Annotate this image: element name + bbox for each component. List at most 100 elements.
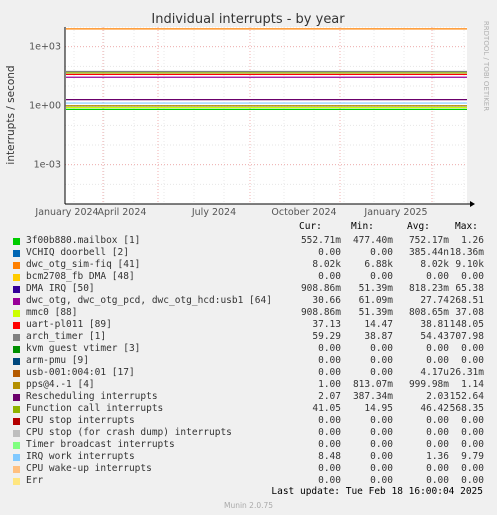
legend-value-max: 0.00 bbox=[461, 355, 484, 366]
legend-value-cur: 0.00 bbox=[318, 355, 341, 366]
legend-series-name: pps@4.-1 [4] bbox=[26, 379, 95, 390]
x-tick-label: October 2024 bbox=[271, 207, 336, 218]
legend-series-name: usb-001:004:01 [17] bbox=[26, 367, 135, 378]
legend-value-max: 9.79 bbox=[461, 451, 484, 462]
legend-value-max: 0.00 bbox=[461, 343, 484, 354]
legend-value-max: 1.14 bbox=[461, 379, 484, 390]
legend-value-cur: 0.00 bbox=[318, 367, 341, 378]
legend-row: 3f00b880.mailbox [1] 552.71m 477.40m 752.17… bbox=[0, 235, 497, 247]
legend-row: mmc0 [88] 908.86m 51.39m 808.65m 37.08 bbox=[0, 307, 497, 319]
legend-value-max: 0.00 bbox=[461, 415, 484, 426]
y-tick-label: 1e+00 bbox=[29, 101, 61, 112]
legend-series-name: IRQ work interrupts bbox=[26, 451, 135, 462]
legend-value-cur: 0.00 bbox=[318, 415, 341, 426]
legend-row: CPU stop (for crash dump) interrupts 0.00… bbox=[0, 427, 497, 439]
legend-header-avg: Avg: bbox=[407, 221, 430, 232]
legend-header-min: Min: bbox=[351, 221, 374, 232]
legend-value-max: 37.08 bbox=[455, 307, 484, 318]
legend-swatch bbox=[13, 250, 20, 257]
legend-value-max: 148.05 bbox=[449, 319, 484, 330]
legend-row: VCHIQ doorbell [2] 0.00 0.00 385.44n 18.36m bbox=[0, 247, 497, 259]
legend-swatch bbox=[13, 298, 20, 305]
legend-swatch bbox=[13, 262, 20, 269]
legend-header-cur: Cur: bbox=[299, 221, 322, 232]
legend-value-min: 0.00 bbox=[370, 475, 393, 486]
legend-swatch bbox=[13, 238, 20, 245]
legend-value-min: 0.00 bbox=[370, 343, 393, 354]
legend-value-max: 268.51 bbox=[449, 295, 484, 306]
legend-row: DMA IRQ [50] 908.86m 51.39m 818.23m 65.38 bbox=[0, 283, 497, 295]
legend-row: pps@4.-1 [4] 1.00 813.07m 999.98m 1.14 bbox=[0, 379, 497, 391]
legend-value-min: 477.40m bbox=[352, 235, 393, 246]
legend-value-cur: 0.00 bbox=[318, 475, 341, 486]
legend-value-max: 65.38 bbox=[455, 283, 484, 294]
legend-header-max: Max: bbox=[455, 221, 478, 232]
legend-value-max: 0.00 bbox=[461, 475, 484, 486]
munin-version: Munin 2.0.75 bbox=[223, 501, 274, 510]
legend-row: CPU wake-up interrupts 0.00 0.00 0.00 0.00 bbox=[0, 463, 497, 475]
legend-swatch bbox=[13, 454, 20, 461]
legend-value-cur: 59.29 bbox=[312, 331, 341, 342]
legend-series-name: bcm2708_fb DMA [48] bbox=[26, 271, 135, 282]
legend-series-name: Function call interrupts bbox=[26, 403, 164, 414]
legend-value-cur: 37.13 bbox=[312, 319, 341, 330]
legend-value-min: 61.09m bbox=[358, 295, 393, 306]
legend-series-name: Rescheduling interrupts bbox=[26, 391, 158, 402]
y-axis-label: interrupts / second bbox=[5, 65, 17, 164]
legend-series-name: 3f00b880.mailbox [1] bbox=[26, 235, 141, 246]
legend-value-min: 51.39m bbox=[358, 283, 393, 294]
legend-value-min: 0.00 bbox=[370, 271, 393, 282]
legend-series-name: arch_timer [1] bbox=[26, 331, 107, 342]
legend-value-max: 152.64 bbox=[449, 391, 484, 402]
legend-swatch bbox=[13, 310, 20, 317]
legend-value-cur: 8.48 bbox=[318, 451, 341, 462]
legend-row: Function call interrupts 41.05 14.95 46.42 5… bbox=[0, 403, 497, 415]
legend-value-min: 0.00 bbox=[370, 427, 393, 438]
legend-value-min: 6.88k bbox=[364, 259, 393, 270]
legend-value-max: 26.31m bbox=[449, 367, 484, 378]
legend-row: uart-pl011 [89] 37.13 14.47 38.81 148.05 bbox=[0, 319, 497, 331]
plot-area bbox=[65, 27, 467, 204]
legend-series-name: Timer broadcast interrupts bbox=[26, 439, 175, 450]
y-tick-label: 1e-03 bbox=[34, 160, 61, 171]
legend-series-name: Err bbox=[26, 475, 44, 486]
legend-swatch bbox=[13, 418, 20, 425]
x-tick-label: July 2024 bbox=[191, 207, 236, 218]
legend-value-cur: 0.00 bbox=[318, 427, 341, 438]
legend-swatch bbox=[13, 346, 20, 353]
legend-value-min: 51.39m bbox=[358, 307, 393, 318]
legend-series-name: CPU wake-up interrupts bbox=[26, 463, 152, 474]
legend-value-min: 387.34m bbox=[352, 391, 393, 402]
legend-swatch bbox=[13, 322, 20, 329]
legend-value-max: 1.26 bbox=[461, 235, 484, 246]
legend-row: IRQ work interrupts 8.48 0.00 1.36 9.79 bbox=[0, 451, 497, 463]
legend-series-name: CPU stop interrupts bbox=[26, 415, 135, 426]
legend-swatch bbox=[13, 274, 20, 281]
legend-value-min: 14.95 bbox=[364, 403, 393, 414]
legend-value-cur: 908.86m bbox=[300, 307, 341, 318]
legend-swatch bbox=[13, 466, 20, 473]
x-tick-label: January 2025 bbox=[363, 207, 427, 218]
legend-row: arch_timer [1] 59.29 38.87 54.43 707.98 bbox=[0, 331, 497, 343]
legend-row: Rescheduling interrupts 2.07 387.34m 2.03 15… bbox=[0, 391, 497, 403]
legend-value-cur: 552.71m bbox=[300, 235, 341, 246]
rrdtool-label: RRDTOOL / TOBI OETIKER bbox=[482, 21, 490, 111]
legend-series-name: dwc_otg, dwc_otg_pcd, dwc_otg_hcd:usb1 [… bbox=[26, 295, 272, 306]
legend-value-min: 0.00 bbox=[370, 439, 393, 450]
x-axis-arrow bbox=[470, 201, 475, 207]
legend-swatch bbox=[13, 406, 20, 413]
legend-value-max: 9.10k bbox=[455, 259, 484, 270]
legend-value-cur: 30.66 bbox=[312, 295, 341, 306]
legend-value-cur: 2.07 bbox=[318, 391, 341, 402]
legend-value-cur: 1.00 bbox=[318, 379, 341, 390]
legend-series-name: uart-pl011 [89] bbox=[26, 319, 112, 330]
legend-swatch bbox=[13, 334, 20, 341]
legend-row: Timer broadcast interrupts 0.00 0.00 0.00 0.… bbox=[0, 439, 497, 451]
last-update: Last update: Tue Feb 18 16:00:04 2025 bbox=[271, 486, 483, 497]
legend-value-min: 0.00 bbox=[370, 463, 393, 474]
legend-value-max: 0.00 bbox=[461, 427, 484, 438]
legend-value-max: 707.98 bbox=[449, 331, 484, 342]
legend-row: dwc_otg, dwc_otg_pcd, dwc_otg_hcd:usb1 [… bbox=[0, 295, 497, 307]
legend-series-name: mmc0 [88] bbox=[26, 307, 78, 318]
legend-value-cur: 41.05 bbox=[312, 403, 341, 414]
